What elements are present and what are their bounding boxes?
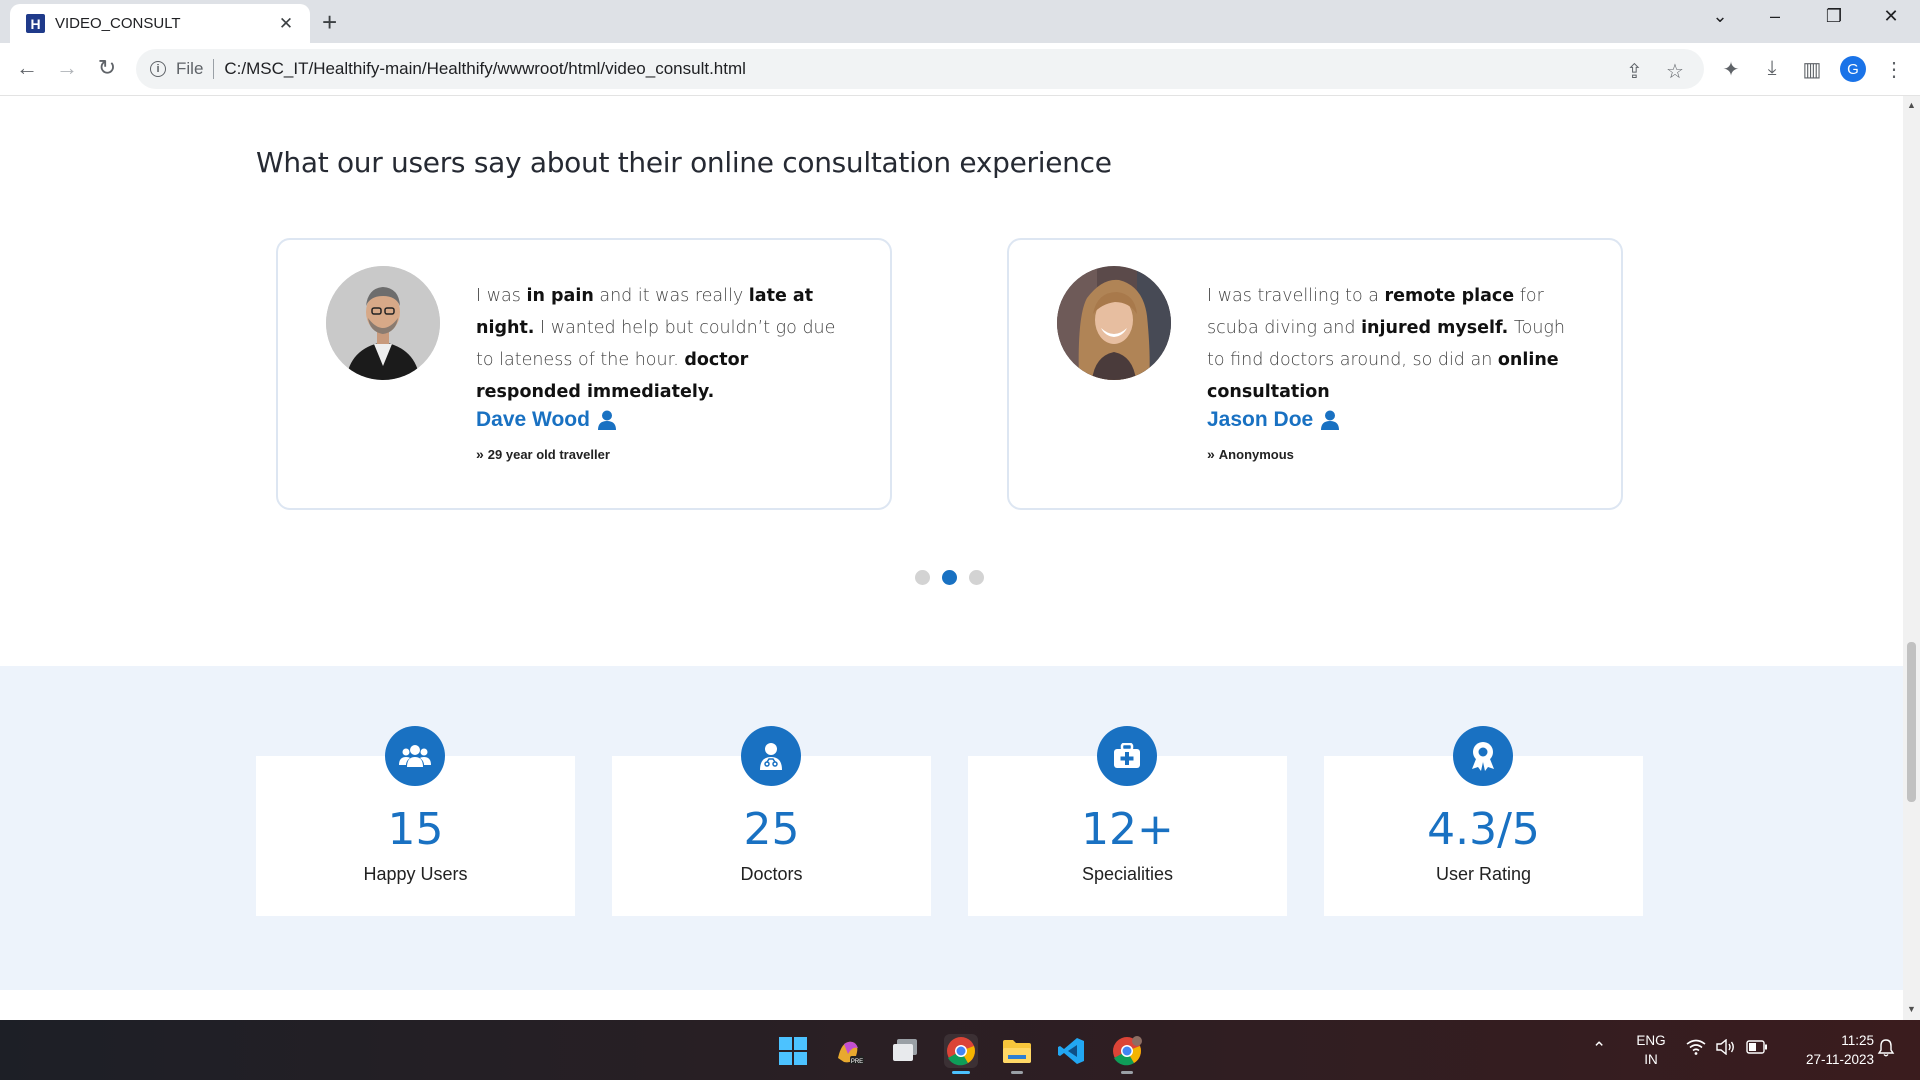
address-bar[interactable]: i File C:/MSC_IT/Healthify-main/Healthif… [136,49,1704,89]
double-chevron-right-icon: » [1207,446,1215,462]
language-indicator[interactable]: ENG IN [1628,1031,1674,1069]
extensions-icon[interactable]: ✦ [1717,57,1745,82]
close-tab-icon[interactable]: ✕ [276,14,296,34]
close-window-button[interactable]: ✕ [1871,6,1911,27]
tab-search-icon[interactable]: ⌄ [1700,6,1740,27]
testimonial-card: I was travelling to a remote place for s… [1007,238,1623,510]
tab-strip: H VIDEO_CONSULT ✕ + ⌄ – ❐ ✕ [0,0,1920,43]
testimonial-role: » Anonymous [1207,446,1294,462]
stat-value: 12+ [1081,804,1174,855]
stat-label: User Rating [1435,864,1532,884]
battery-icon[interactable] [1746,1039,1768,1059]
address-separator [213,59,215,79]
stat-card-user-rating: 4.3/5 User Rating [1324,726,1643,916]
share-icon[interactable]: ⇪ [1626,59,1643,84]
reload-button[interactable]: ↻ [92,55,122,81]
testimonial-quote: I was travelling to a remote place for s… [1207,286,1565,402]
page-viewport: What our users say about their online co… [0,96,1903,1020]
scroll-down-arrow-icon[interactable]: ▼ [1907,1004,1916,1014]
stats-section: 15 Happy Users 25 Doctors 12+ Specialiti… [0,666,1903,990]
open-app-indicator [1121,1071,1133,1074]
users-icon [385,726,445,786]
svg-text:PRE: PRE [851,1059,863,1065]
clock[interactable]: 11:25 27-11-2023 [1780,1031,1874,1069]
side-panel-icon[interactable]: ▥ [1798,57,1826,82]
chrome-taskbar-icon[interactable] [944,1034,978,1074]
page-scrollbar[interactable]: ▲ ▼ [1903,96,1920,1020]
doctor-icon [741,726,801,786]
carousel-dot-1[interactable] [915,570,930,585]
carousel-dot-2[interactable] [942,570,957,585]
minimize-button[interactable]: – [1755,6,1795,27]
stat-label: Happy Users [363,864,468,884]
new-tab-button[interactable]: + [322,7,337,38]
scroll-up-arrow-icon[interactable]: ▲ [1907,100,1916,110]
vscode-icon[interactable] [1054,1034,1088,1068]
volume-icon[interactable] [1716,1038,1736,1060]
file-scheme-label: File [176,59,204,78]
back-button[interactable]: ← [12,55,42,81]
medical-kit-icon [1097,726,1157,786]
stat-value: 4.3/5 [1427,804,1540,855]
menu-kebab-icon[interactable]: ⋮ [1880,57,1908,82]
carousel-dot-3[interactable] [969,570,984,585]
restore-button[interactable]: ❐ [1814,6,1854,27]
testimonial-card: I was in pain and it was really late at … [276,238,892,510]
stat-card-happy-users: 15 Happy Users [256,726,575,916]
downloads-icon[interactable]: ⤓ [1758,57,1786,80]
stat-value: 25 [743,804,800,855]
testimonial-quote: I was in pain and it was really late at … [476,286,836,402]
section-title: What our users say about their online co… [256,146,1112,179]
double-chevron-right-icon: » [476,446,484,462]
profile-avatar[interactable]: G [1840,56,1866,82]
scrollbar-thumb[interactable] [1907,642,1916,802]
testimonial-author: Jason Doe [1207,408,1340,432]
chrome-profile-taskbar-icon[interactable] [1110,1034,1144,1074]
user-avatar-photo [326,266,440,380]
stat-card-specialities: 12+ Specialities [968,726,1287,916]
site-favicon-icon: H [26,14,45,33]
start-menu-icon[interactable] [776,1034,810,1068]
user-icon [1321,410,1340,430]
award-icon [1453,726,1513,786]
browser-toolbar: ← → ↻ i File C:/MSC_IT/Healthify-main/He… [0,43,1920,96]
active-app-indicator [952,1071,970,1074]
copilot-preview-icon[interactable]: PRE [832,1034,866,1068]
user-avatar-photo [1057,266,1171,380]
testimonial-author: Dave Wood [476,408,616,432]
stat-value: 15 [387,804,444,855]
stat-label: Specialities [1081,864,1174,884]
site-info-icon[interactable]: i [150,61,166,77]
tab-title: VIDEO_CONSULT [55,15,181,32]
file-explorer-icon[interactable] [1000,1034,1034,1074]
stat-card-doctors: 25 Doctors [612,726,931,916]
browser-tab[interactable]: H VIDEO_CONSULT ✕ [10,4,310,43]
forward-button[interactable]: → [52,55,82,81]
windows-taskbar: PRE ⌃ ENG IN 11:25 27-11-2023 [0,1020,1920,1080]
open-app-indicator [1011,1071,1023,1074]
testimonial-role: » 29 year old traveller [476,446,610,462]
carousel-indicators [915,570,984,585]
user-icon [597,410,616,430]
task-view-icon[interactable] [888,1034,922,1068]
url-text[interactable]: C:/MSC_IT/Healthify-main/Healthify/wwwro… [224,59,746,79]
bookmark-star-icon[interactable]: ☆ [1666,59,1684,84]
show-hidden-icons-chevron-icon[interactable]: ⌃ [1592,1039,1606,1059]
wifi-icon[interactable] [1686,1039,1706,1060]
notifications-bell-icon[interactable] [1877,1039,1895,1062]
stat-label: Doctors [740,864,803,884]
